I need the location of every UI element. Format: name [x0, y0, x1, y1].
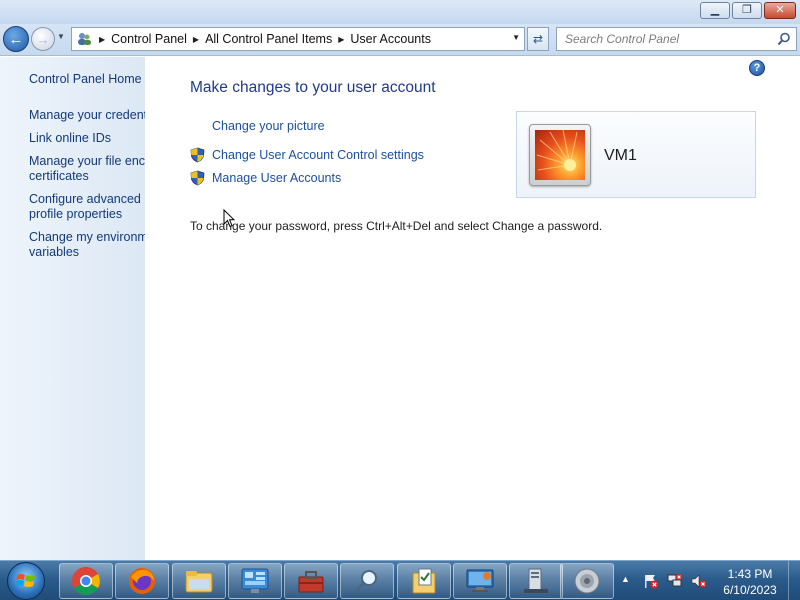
navigation-bar: ← → ▼ ▶ Control Panel ▶ All Control Pane…: [0, 24, 800, 56]
windows-logo-icon: [16, 574, 35, 587]
search-magnifier-icon: [354, 570, 377, 593]
window-title-bar: ▁ ❐ ✕: [0, 0, 800, 24]
volume-muted-icon[interactable]: [691, 573, 707, 589]
chrome-icon: [72, 567, 100, 595]
search-icon[interactable]: [777, 32, 791, 46]
sidebar-item-label: Change my environment: [29, 230, 145, 244]
taskbar-server-manager[interactable]: [509, 563, 563, 599]
sidebar-item-manage-credentials[interactable]: Manage your credentials: [29, 108, 145, 123]
sidebar-item-label: variables: [29, 245, 80, 259]
taskbar-search-tool[interactable]: [340, 563, 394, 599]
taskbar-firefox[interactable]: [115, 563, 169, 599]
folder-document-icon: [412, 568, 436, 594]
restore-icon: ❐: [742, 4, 752, 16]
server-icon: [524, 568, 548, 593]
breadcrumb-all-items[interactable]: All Control Panel Items: [205, 32, 332, 46]
back-arrow-icon: ←: [8, 30, 24, 48]
sidebar-item-link-online-ids[interactable]: Link online IDs: [29, 131, 145, 146]
user-account-card: VM1: [516, 111, 756, 198]
control-panel-users-icon: [75, 30, 93, 48]
mouse-cursor-icon: [223, 209, 235, 228]
search-box[interactable]: [556, 27, 797, 51]
show-desktop-button[interactable]: [788, 561, 800, 600]
breadcrumb-separator-icon[interactable]: ▶: [99, 35, 105, 44]
refresh-icon: ⇄: [532, 32, 544, 46]
clock-date: 6/10/2023: [723, 583, 777, 597]
restore-button[interactable]: ❐: [732, 2, 762, 19]
sidebar-item-label: Manage your file encryption: [29, 154, 145, 168]
sidebar-item-label: Configure advanced user: [29, 192, 145, 206]
change-uac-settings-link[interactable]: Change User Account Control settings: [212, 148, 424, 162]
minimize-icon: ▁: [710, 4, 720, 16]
refresh-button[interactable]: ⇄: [527, 27, 549, 51]
close-icon: ✕: [775, 4, 785, 16]
taskbar-toolbox[interactable]: [284, 563, 338, 599]
breadcrumb-control-panel[interactable]: Control Panel: [111, 32, 187, 46]
sidebar-item-advanced-profile[interactable]: Configure advanced user profile properti…: [29, 192, 145, 222]
firefox-icon: [129, 568, 155, 594]
forward-arrow-icon: →: [36, 31, 50, 47]
network-icon[interactable]: [667, 573, 683, 589]
breadcrumb-user-accounts[interactable]: User Accounts: [350, 32, 431, 46]
recent-pages-dropdown-icon[interactable]: ▼: [57, 32, 65, 41]
password-instructions: To change your password, press Ctrl+Alt+…: [190, 219, 603, 233]
search-input[interactable]: [565, 32, 775, 46]
caption-buttons: ▁ ❐ ✕: [700, 2, 796, 19]
sidebar-item-environment-variables[interactable]: Change my environment variables: [29, 230, 145, 260]
sidebar-item-file-encryption[interactable]: Manage your file encryption certificates: [29, 154, 145, 184]
close-button[interactable]: ✕: [764, 2, 796, 19]
forward-button[interactable]: →: [31, 27, 55, 51]
breadcrumb-separator-icon[interactable]: ▶: [193, 35, 199, 44]
taskbar: ▲ 1:43 PM 6/10/2023: [0, 560, 800, 600]
sidebar-item-control-panel-home[interactable]: Control Panel Home: [29, 72, 145, 87]
taskbar-folder-document[interactable]: [397, 563, 451, 599]
shield-icon: [190, 170, 205, 186]
taskbar-file-explorer[interactable]: [172, 563, 226, 599]
help-icon[interactable]: ?: [749, 60, 765, 76]
flower-picture-icon: [535, 130, 585, 180]
manage-user-accounts-link[interactable]: Manage User Accounts: [212, 171, 341, 185]
file-explorer-icon: [185, 571, 213, 593]
taskbar-chrome[interactable]: [59, 563, 113, 599]
user-picture[interactable]: [529, 124, 591, 186]
remote-desktop-icon: [466, 569, 494, 592]
taskbar-sound[interactable]: [560, 563, 614, 599]
control-panel-icon: [241, 568, 269, 593]
action-center-flag-icon[interactable]: [643, 573, 659, 589]
breadcrumb-separator-icon[interactable]: ▶: [338, 35, 344, 44]
page-title: Make changes to your user account: [190, 79, 436, 96]
toolbox-icon: [298, 571, 324, 593]
taskbar-remote-desktop[interactable]: [453, 563, 507, 599]
address-bar[interactable]: ▶ Control Panel ▶ All Control Panel Item…: [71, 27, 525, 51]
taskbar-clock[interactable]: 1:43 PM 6/10/2023: [716, 566, 784, 598]
sidebar-item-label: profile properties: [29, 207, 123, 221]
address-dropdown-icon[interactable]: ▼: [512, 33, 520, 42]
minimize-button[interactable]: ▁: [700, 2, 730, 19]
show-hidden-icons-icon[interactable]: ▲: [621, 574, 630, 584]
start-button[interactable]: [7, 562, 45, 600]
user-name: VM1: [604, 147, 637, 164]
speaker-icon: [574, 568, 600, 594]
shield-icon: [190, 147, 205, 163]
back-button[interactable]: ←: [3, 26, 29, 52]
change-picture-link[interactable]: Change your picture: [212, 119, 325, 133]
clock-time: 1:43 PM: [727, 567, 773, 581]
sidebar-item-label: certificates: [29, 169, 89, 183]
taskbar-control-panel[interactable]: [228, 563, 282, 599]
